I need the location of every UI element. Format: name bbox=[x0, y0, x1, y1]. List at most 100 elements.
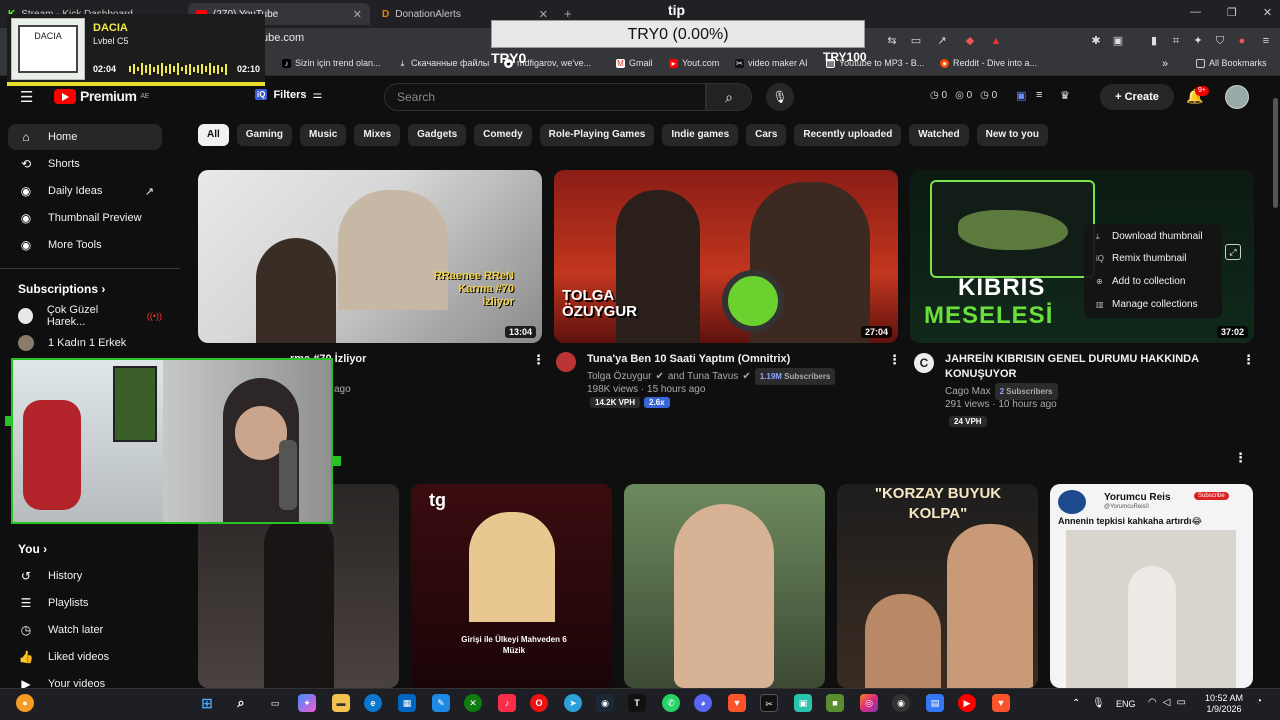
chip-watched[interactable]: Watched bbox=[909, 124, 969, 146]
bookmark-item[interactable]: ▸ Yout.com bbox=[669, 58, 719, 68]
capcut-icon[interactable]: ✂ bbox=[760, 694, 778, 712]
video-title[interactable]: JAHREİN KIBRISIN GENEL DURUMU HAKKINDA K… bbox=[945, 352, 1235, 382]
bookmark-item[interactable]: M Gmail bbox=[616, 58, 653, 68]
channel-avatar[interactable]: C bbox=[914, 353, 934, 373]
more-options-icon[interactable]: ⋮ bbox=[1234, 450, 1247, 466]
sidebar-subscription[interactable]: 1 Kadın 1 Erkek bbox=[8, 330, 162, 356]
close-tab-icon[interactable]: ✕ bbox=[353, 8, 362, 21]
menu-remix-thumbnail[interactable]: iQ Remix thumbnail bbox=[1096, 253, 1186, 264]
discord-icon[interactable]: ◕ bbox=[694, 694, 712, 712]
brave-beta-icon[interactable]: ▼ bbox=[992, 694, 1010, 712]
filters-button[interactable]: iQ Filters ⚌ bbox=[255, 88, 322, 101]
widgets-icon[interactable]: ● bbox=[16, 694, 34, 712]
short-thumbnail[interactable]: "KORZAY BUYUK KOLPA" bbox=[837, 484, 1038, 688]
more-options-icon[interactable]: ⋮ bbox=[888, 352, 901, 368]
edge-icon[interactable]: e bbox=[364, 694, 382, 712]
account-avatar[interactable] bbox=[1225, 85, 1249, 109]
store-icon[interactable]: ▦ bbox=[398, 694, 416, 712]
chip-comedy[interactable]: Comedy bbox=[474, 124, 532, 146]
search-button[interactable]: ⌕ bbox=[706, 83, 752, 111]
video-title[interactable]: Tuna'ya Ben 10 Saati Yaptım (Omnitrix) bbox=[587, 352, 877, 367]
minimize-icon[interactable]: — bbox=[1190, 6, 1201, 19]
close-tab-icon[interactable]: ✕ bbox=[539, 8, 548, 21]
pen-icon[interactable]: ✎ bbox=[432, 694, 450, 712]
opera-icon[interactable]: O bbox=[530, 694, 548, 712]
app-icon[interactable]: ▣ bbox=[794, 694, 812, 712]
vidiq-icon[interactable]: ▣ bbox=[1016, 89, 1026, 102]
chip-gaming[interactable]: Gaming bbox=[236, 124, 293, 146]
steam-icon[interactable]: ◉ bbox=[596, 694, 614, 712]
whatsapp-icon[interactable]: ✆ bbox=[662, 694, 680, 712]
you-heading[interactable]: You › bbox=[18, 542, 47, 556]
search-icon[interactable]: ⌕ bbox=[232, 694, 250, 712]
music-icon[interactable]: ♪ bbox=[498, 694, 516, 712]
close-window-icon[interactable]: ✕ bbox=[1263, 6, 1272, 19]
scrollbar-thumb[interactable] bbox=[1273, 98, 1278, 208]
vpn-icon[interactable]: ⛉ bbox=[1212, 33, 1228, 49]
chip-cars[interactable]: Cars bbox=[746, 124, 787, 146]
queue-icon[interactable]: ≡ bbox=[1036, 89, 1042, 101]
search-input[interactable]: Search bbox=[384, 83, 706, 111]
sidebar-item-more-tools[interactable]: ◉ More Tools bbox=[8, 232, 162, 258]
mic-tray-icon[interactable]: 🎙 bbox=[1092, 698, 1105, 709]
chip-role-playing-games[interactable]: Role-Playing Games bbox=[539, 124, 655, 146]
obs-icon[interactable]: ◉ bbox=[892, 694, 910, 712]
short-thumbnail[interactable]: Yorumcu Reis @YorumcuReis0 Subscribe Ann… bbox=[1050, 484, 1253, 688]
sidebar-item-history[interactable]: ↺ History bbox=[8, 563, 162, 589]
create-button[interactable]: + Create bbox=[1100, 84, 1174, 110]
rewards-icon[interactable]: ▲ bbox=[988, 33, 1004, 49]
language-indicator[interactable]: ENG bbox=[1116, 699, 1136, 709]
sidebar-item-home[interactable]: ⌂ Home bbox=[8, 124, 162, 150]
sidebar-item-shorts[interactable]: ⟲ Shorts bbox=[8, 151, 162, 177]
sidebar-subscription[interactable]: Çok Güzel Harek... ((•)) bbox=[8, 303, 162, 329]
screen-recorder-icon[interactable]: ▤ bbox=[926, 694, 944, 712]
tray-overflow-icon[interactable]: ⌃ bbox=[1072, 698, 1080, 709]
notification-center-icon[interactable]: ◔ bbox=[1256, 696, 1262, 707]
menu-manage-collections[interactable]: ▥ Manage collections bbox=[1096, 299, 1198, 310]
file-explorer-icon[interactable]: ▬ bbox=[332, 694, 350, 712]
brave-icon[interactable]: ▼ bbox=[728, 694, 746, 712]
instagram-icon[interactable]: ◎ bbox=[860, 694, 878, 712]
more-options-icon[interactable]: ⋮ bbox=[1242, 352, 1255, 368]
trophy-icon[interactable]: ♛ bbox=[1060, 89, 1070, 102]
channel-avatar[interactable] bbox=[556, 352, 576, 372]
leo-ai-icon[interactable]: ✦ bbox=[1190, 33, 1206, 49]
bookmark-item[interactable]: ♪ Sizin için trend olan... bbox=[282, 58, 381, 68]
system-tray[interactable]: ◠ ◁ ▭ bbox=[1148, 697, 1186, 708]
bookmark-item[interactable]: ● Reddit - Dive into a... bbox=[940, 58, 1037, 68]
chip-mixes[interactable]: Mixes bbox=[354, 124, 401, 146]
url-field[interactable]: ube.com bbox=[262, 32, 304, 44]
chip-indie-games[interactable]: Indie games bbox=[662, 124, 739, 146]
screenshot-icon[interactable]: ▭ bbox=[908, 33, 924, 49]
start-icon[interactable]: ⊞ bbox=[198, 694, 216, 712]
restore-icon[interactable]: ❐ bbox=[1227, 6, 1237, 19]
copilot-icon[interactable]: ✦ bbox=[298, 694, 316, 712]
hamburger-menu-icon[interactable]: ☰ bbox=[20, 88, 33, 106]
minecraft-icon[interactable]: ■ bbox=[826, 694, 844, 712]
thumbnail-tools-icon[interactable]: ⤢ bbox=[1225, 244, 1241, 260]
cast-icon[interactable]: ⇆ bbox=[884, 33, 900, 49]
bookmarks-overflow-icon[interactable]: » bbox=[1162, 58, 1168, 70]
page-scrollbar[interactable] bbox=[1270, 78, 1280, 688]
chip-gadgets[interactable]: Gadgets bbox=[408, 124, 467, 146]
more-options-icon[interactable]: ⋮ bbox=[532, 352, 545, 368]
bookmark-item[interactable]: ✂ video maker AI bbox=[735, 58, 808, 68]
chip-recently-uploaded[interactable]: Recently uploaded bbox=[794, 124, 902, 146]
youtube-logo[interactable]: Premium AE bbox=[54, 88, 149, 104]
wallet-icon[interactable]: ● bbox=[1234, 33, 1250, 49]
voice-search-button[interactable]: 🎙 bbox=[766, 83, 794, 111]
subscriptions-heading[interactable]: Subscriptions › bbox=[18, 282, 105, 296]
youtube-taskbar-icon[interactable]: ▶ bbox=[958, 694, 976, 712]
brave-shield-icon[interactable]: ◆ bbox=[962, 33, 978, 49]
sidebar-toggle-icon[interactable]: ▮ bbox=[1146, 33, 1162, 49]
telegram-icon[interactable]: ➤ bbox=[564, 694, 582, 712]
bookmark-item[interactable]: ⤓ Скачанные файлы bbox=[398, 58, 490, 68]
video-thumbnail[interactable]: RRaenee RReN Karma #70 İzliyor 13:04 bbox=[198, 170, 542, 343]
menu-icon[interactable]: ≡ bbox=[1258, 33, 1274, 49]
reader-icon[interactable]: ▣ bbox=[1110, 33, 1126, 49]
chip-new-to-you[interactable]: New to you bbox=[976, 124, 1048, 146]
sidebar-item-playlists[interactable]: ☰ Playlists bbox=[8, 590, 162, 616]
new-tab-icon[interactable]: + bbox=[564, 6, 572, 21]
tradingview-icon[interactable]: T bbox=[628, 694, 646, 712]
sidebar-item-watch-later[interactable]: ◷ Watch later bbox=[8, 617, 162, 643]
